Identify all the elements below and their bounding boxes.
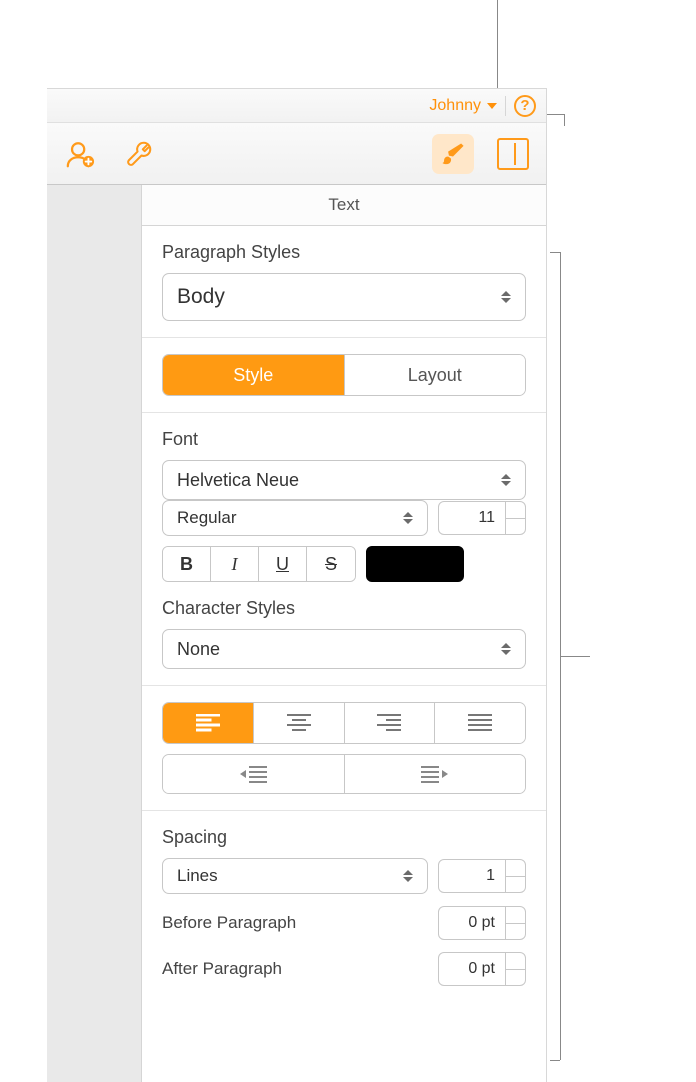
align-center-button[interactable] <box>254 703 345 743</box>
step-up-icon[interactable] <box>506 953 525 970</box>
step-up-icon[interactable] <box>506 860 525 877</box>
align-left-button[interactable] <box>163 703 254 743</box>
callout-bracket-top <box>550 252 560 253</box>
align-justify-button[interactable] <box>435 703 525 743</box>
chevron-down-icon <box>487 103 497 109</box>
underline-button[interactable]: U <box>259 547 307 581</box>
titlebar-divider <box>505 96 506 116</box>
indent-group <box>162 754 526 794</box>
step-up-icon[interactable] <box>506 502 525 519</box>
callout-lead <box>560 656 590 657</box>
line-spacing-value: 1 <box>439 860 505 892</box>
chevron-updown-icon <box>501 291 511 303</box>
chevron-updown-icon <box>501 643 511 655</box>
tab-layout[interactable]: Layout <box>345 355 526 395</box>
inspector-header: Text <box>142 185 546 226</box>
font-size-stepper[interactable] <box>505 502 525 534</box>
tabs-section: Style Layout <box>142 338 546 413</box>
step-down-icon[interactable] <box>506 924 525 940</box>
align-right-icon <box>377 714 401 732</box>
line-spacing-stepper[interactable] <box>505 860 525 892</box>
window: Johnny ? <box>47 88 547 1082</box>
spacing-label: Spacing <box>162 827 526 848</box>
align-left-icon <box>196 714 220 732</box>
help-icon: ? <box>520 97 529 114</box>
step-down-icon[interactable] <box>506 970 525 986</box>
character-styles-label: Character Styles <box>162 598 526 619</box>
step-down-icon[interactable] <box>506 877 525 893</box>
style-layout-tabs: Style Layout <box>162 354 526 396</box>
tools-button[interactable] <box>119 134 161 174</box>
content-row: Text Paragraph Styles Body Style Layout <box>47 185 546 1082</box>
before-paragraph-value: 0 pt <box>439 907 505 939</box>
document-area <box>47 185 141 1082</box>
collaborate-button[interactable] <box>59 134 101 174</box>
outdent-button[interactable] <box>163 755 345 793</box>
titlebar: Johnny ? <box>47 89 546 123</box>
font-label: Font <box>162 429 526 450</box>
before-paragraph-field[interactable]: 0 pt <box>438 906 526 940</box>
alignment-section <box>142 686 546 811</box>
font-style-group: B I U S <box>162 546 356 582</box>
wrench-icon <box>125 139 155 169</box>
chevron-updown-icon <box>403 870 413 882</box>
font-typeface-select[interactable]: Regular <box>162 500 428 536</box>
paragraph-styles-section: Paragraph Styles Body <box>142 226 546 338</box>
italic-button[interactable]: I <box>211 547 259 581</box>
tab-style[interactable]: Style <box>163 355 345 395</box>
after-paragraph-field[interactable]: 0 pt <box>438 952 526 986</box>
document-inspector-button[interactable] <box>492 134 534 174</box>
help-button[interactable]: ? <box>514 95 536 117</box>
font-section: Font Helvetica Neue Regular 11 <box>142 413 546 686</box>
after-paragraph-stepper[interactable] <box>505 953 525 985</box>
paragraph-styles-label: Paragraph Styles <box>162 242 526 263</box>
spacing-section: Spacing Lines 1 <box>142 811 546 1002</box>
before-paragraph-label: Before Paragraph <box>162 913 296 933</box>
font-size-field[interactable]: 11 <box>438 501 526 535</box>
collaborate-icon <box>65 139 95 169</box>
format-inspector-button[interactable] <box>432 134 474 174</box>
user-name: Johnny <box>429 97 481 115</box>
toolbar <box>47 123 546 185</box>
brush-icon <box>440 141 466 167</box>
outdent-icon <box>239 765 267 783</box>
indent-button[interactable] <box>345 755 526 793</box>
font-size-value: 11 <box>439 502 505 534</box>
strikethrough-button[interactable]: S <box>307 547 355 581</box>
character-style-value: None <box>177 639 220 660</box>
character-style-select[interactable]: None <box>162 629 526 669</box>
callout-bracket-bottom <box>550 1060 560 1061</box>
chevron-updown-icon <box>403 512 413 524</box>
step-down-icon[interactable] <box>506 519 525 535</box>
paragraph-style-value: Body <box>177 285 225 309</box>
format-inspector: Text Paragraph Styles Body Style Layout <box>141 185 546 1082</box>
paragraph-style-select[interactable]: Body <box>162 273 526 321</box>
font-family-value: Helvetica Neue <box>177 470 299 491</box>
line-spacing-field[interactable]: 1 <box>438 859 526 893</box>
step-up-icon[interactable] <box>506 907 525 924</box>
callout-tick-top-r <box>564 114 565 126</box>
after-paragraph-value: 0 pt <box>439 953 505 985</box>
horizontal-align-group <box>162 702 526 744</box>
font-family-select[interactable]: Helvetica Neue <box>162 460 526 500</box>
bold-button[interactable]: B <box>163 547 211 581</box>
spacing-mode-select[interactable]: Lines <box>162 858 428 894</box>
user-menu[interactable]: Johnny <box>429 97 497 115</box>
font-typeface-value: Regular <box>177 508 237 528</box>
align-center-icon <box>287 714 311 732</box>
document-icon <box>497 138 529 170</box>
chevron-updown-icon <box>501 474 511 486</box>
spacing-mode-value: Lines <box>177 866 218 886</box>
indent-icon <box>421 765 449 783</box>
text-color-well[interactable] <box>366 546 464 582</box>
align-justify-icon <box>468 714 492 732</box>
after-paragraph-label: After Paragraph <box>162 959 282 979</box>
before-paragraph-stepper[interactable] <box>505 907 525 939</box>
align-right-button[interactable] <box>345 703 436 743</box>
